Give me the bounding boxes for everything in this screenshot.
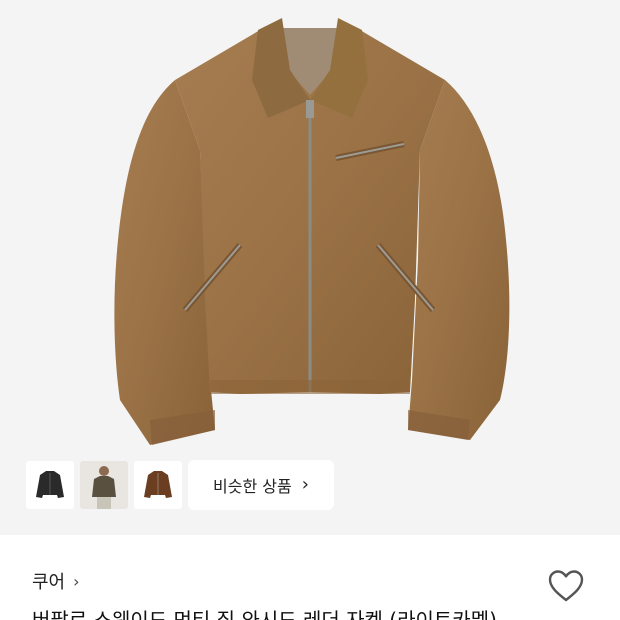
brand-name: 쿠어 (32, 572, 66, 593)
chevron-right-icon: › (301, 474, 309, 495)
thumbnail-model[interactable] (80, 461, 128, 509)
product-image[interactable]: 비슷한 상품 › (0, 0, 620, 535)
jacket-illustration (114, 18, 510, 445)
thumbnail-strip (26, 461, 182, 509)
product-title: 버팔로 스웨이드 먼티 집 와시드 레더 자켓 (라이트카멜) (32, 608, 497, 620)
similar-products-label: 비슷한 상품 (213, 477, 292, 496)
similar-products-button[interactable]: 비슷한 상품 › (188, 460, 334, 510)
thumbnail-black-jacket[interactable] (26, 461, 74, 509)
chevron-right-icon: › (73, 571, 80, 591)
brand-link[interactable]: 쿠어 › (32, 568, 80, 594)
heart-icon[interactable] (546, 566, 586, 606)
thumbnail-brown-jacket[interactable] (134, 461, 182, 509)
